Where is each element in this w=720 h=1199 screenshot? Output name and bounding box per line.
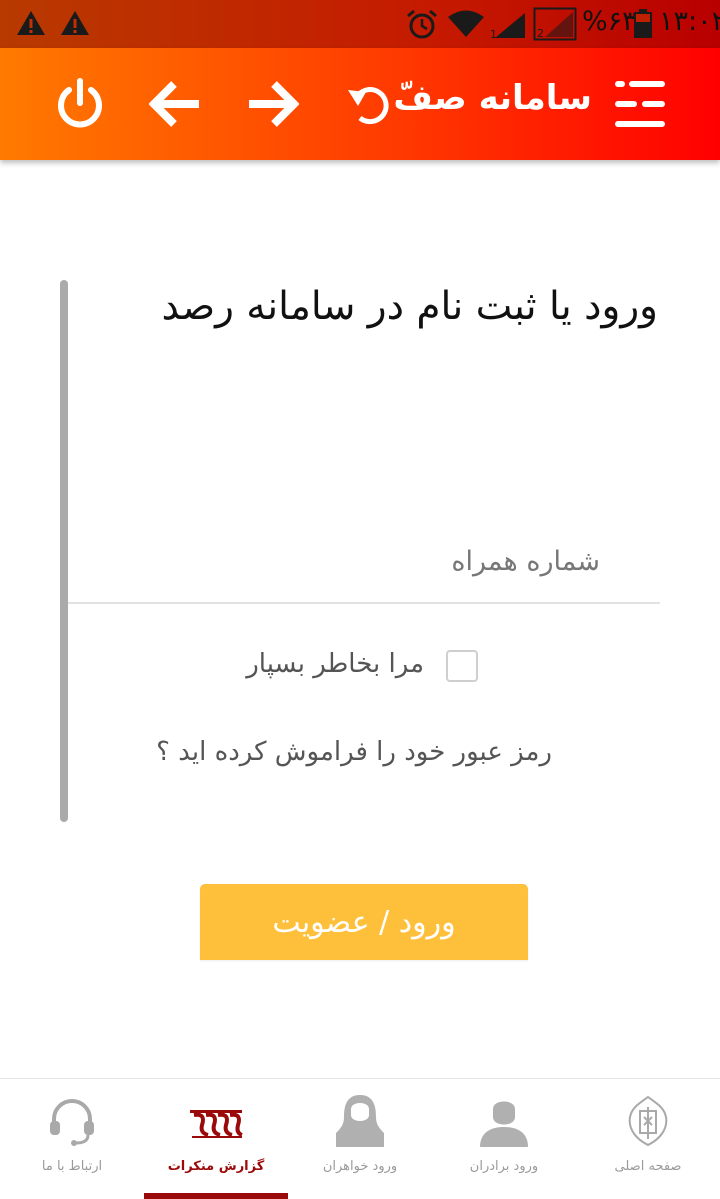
wifi-icon (448, 10, 484, 37)
report-logo-icon (190, 1110, 243, 1138)
warning-icon (61, 11, 89, 35)
nav-item-women-login[interactable]: ورود خواهران (288, 1079, 432, 1199)
menu-icon[interactable] (612, 76, 668, 132)
phone-number-input[interactable] (68, 520, 660, 604)
svg-text:1: 1 (490, 28, 497, 39)
remember-me-label: مرا بخاطر بسپار (246, 649, 424, 679)
svg-text:2: 2 (537, 27, 544, 40)
nav-item-report[interactable]: گزارش منکرات (144, 1079, 288, 1199)
app-title: سامانه صفّ (393, 78, 592, 118)
nav-item-home[interactable]: صفحه اصلی (576, 1079, 720, 1199)
nav-label-contact: ارتباط با ما (41, 1159, 103, 1174)
nav-label-report: گزارش منکرات (167, 1159, 265, 1174)
forward-arrow-icon[interactable] (243, 76, 299, 132)
alarm-clock-icon (407, 9, 437, 39)
battery-percent: %۶۳ (582, 6, 637, 37)
signal-sim1-icon: 1 (490, 13, 525, 39)
login-register-button[interactable]: ورود / عضویت (200, 884, 528, 960)
nav-label-men-login: ورود برادران (469, 1159, 539, 1174)
warning-icon (17, 11, 45, 35)
remember-me-row[interactable]: مرا بخاطر بسپار (246, 645, 490, 689)
nav-active-indicator (144, 1193, 288, 1199)
headset-icon (50, 1099, 94, 1146)
card-accent-bar (60, 280, 68, 822)
woman-avatar-icon (336, 1095, 384, 1147)
signal-sim2-icon: 2 (533, 7, 577, 41)
refresh-icon[interactable] (342, 76, 398, 132)
nav-label-home: صفحه اصلی (614, 1159, 682, 1174)
nav-item-men-login[interactable]: ورود برادران (432, 1079, 576, 1199)
remember-me-checkbox[interactable] (446, 650, 478, 682)
status-clock: ۱۳:۰۲ (659, 6, 720, 37)
nav-item-contact[interactable]: ارتباط با ما (0, 1079, 144, 1199)
emblem-icon (628, 1095, 668, 1147)
nav-label-women-login: ورود خواهران (322, 1159, 398, 1174)
power-icon[interactable] (52, 76, 108, 132)
login-title: ورود یا ثبت نام در سامانه رصد (161, 284, 658, 329)
app-header: سامانه صفّ (0, 48, 720, 160)
forgot-password-link[interactable]: رمز عبور خود را فراموش کرده اید ؟ (156, 737, 552, 767)
bottom-nav: صفحه اصلی ورود برادران ورود خواهران گزار… (0, 1078, 720, 1199)
battery-icon (634, 9, 652, 38)
back-arrow-icon[interactable] (149, 76, 205, 132)
status-bar: 1 2 %۶۳ ۱۳:۰۲ (0, 0, 720, 48)
man-avatar-icon (480, 1101, 528, 1147)
